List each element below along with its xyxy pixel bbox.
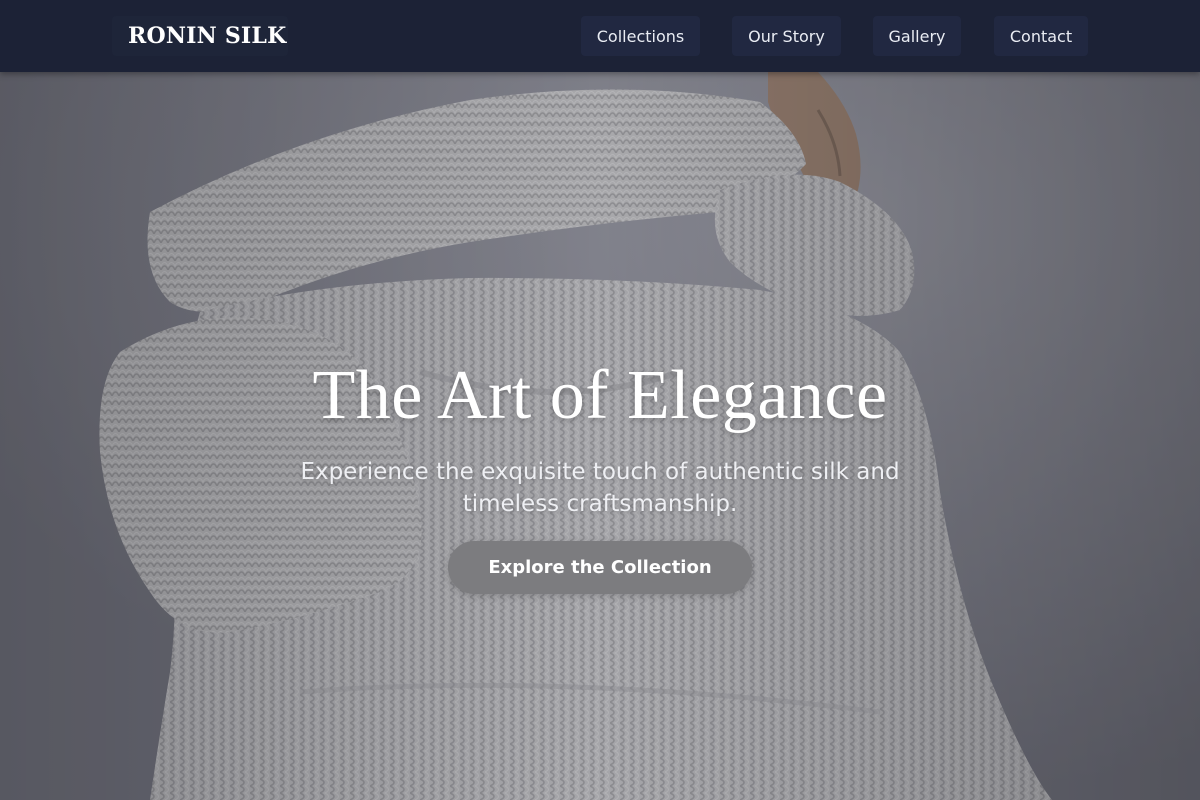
nav-link-collections[interactable]: Collections — [581, 16, 700, 56]
hero-subtitle: Experience the exquisite touch of authen… — [300, 459, 900, 517]
hero-title: The Art of Elegance — [312, 357, 888, 434]
nav-link-our-story[interactable]: Our Story — [732, 16, 841, 56]
nav-link-contact[interactable]: Contact — [994, 16, 1088, 56]
hero-dark-overlay — [0, 72, 1200, 800]
site-header: RONIN SILK Collections Our Story Gallery… — [0, 0, 1200, 72]
explore-collection-button[interactable]: Explore the Collection — [448, 541, 752, 594]
brand-logo[interactable]: RONIN SILK — [112, 16, 288, 56]
nav-link-gallery[interactable]: Gallery — [873, 16, 961, 56]
hero-section: The Art of Elegance Experience the exqui… — [0, 72, 1200, 800]
